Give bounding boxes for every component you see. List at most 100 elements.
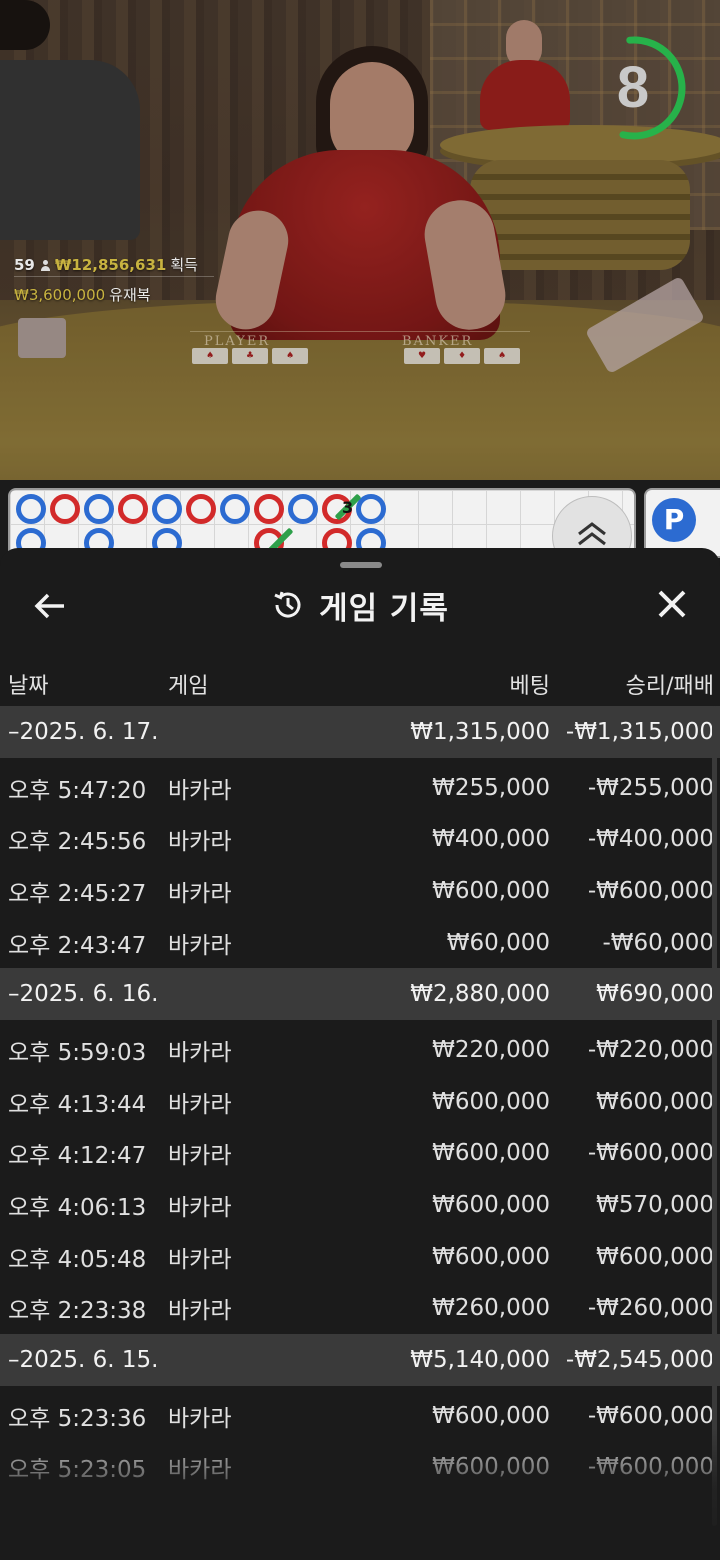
row-game: 바카라 — [168, 1457, 232, 1484]
arrow-left-icon — [34, 593, 64, 619]
row-bet: ₩255,000 — [432, 774, 550, 801]
row-time: 오후 5:47:20 — [8, 777, 147, 804]
row-result: -₩600,000 — [587, 877, 714, 904]
player-bead — [16, 494, 46, 524]
sheet-drag-handle[interactable] — [340, 562, 382, 568]
row-time: 오후 5:23:05 — [8, 1457, 147, 1484]
history-row[interactable]: 오후 4:12:47 바카라 ₩600,000 -₩600,000 — [0, 1128, 720, 1180]
group-bet-total: ₩2,880,000 — [410, 981, 550, 1008]
sheet-title: 게임 기록 — [319, 590, 449, 627]
row-time: 오후 5:59:03 — [8, 1040, 147, 1067]
player-bead — [84, 494, 114, 524]
row-game: 바카라 — [168, 1405, 232, 1432]
row-bet: ₩260,000 — [432, 1295, 550, 1322]
row-result: -₩255,000 — [587, 774, 714, 801]
history-row[interactable]: 오후 2:45:27 바카라 ₩600,000 -₩600,000 — [0, 865, 720, 917]
stats-row-top-bet: ₩3,600,000 유재복 — [14, 280, 198, 310]
history-row[interactable]: 오후 2:43:47 바카라 ₩60,000 -₩60,000 — [0, 917, 720, 969]
row-game: 바카라 — [168, 1246, 232, 1273]
history-row[interactable]: 오후 2:23:38 바카라 ₩260,000 -₩260,000 — [0, 1282, 720, 1334]
group-date: –2025. 6. 17. — [8, 719, 159, 745]
back-button[interactable] — [30, 586, 70, 626]
group-bet-total: ₩1,315,000 — [410, 719, 550, 745]
history-row[interactable]: 오후 5:23:36 바카라 ₩600,000 -₩600,000 — [0, 1390, 720, 1442]
row-time: 오후 4:12:47 — [8, 1143, 147, 1170]
person-icon — [39, 259, 51, 271]
row-result: -₩600,000 — [587, 1454, 714, 1481]
group-result-total: -₩1,315,000 — [565, 719, 714, 745]
row-game: 바카라 — [168, 1091, 232, 1118]
list-scrollbar[interactable] — [712, 706, 717, 1526]
column-header-game: 게임 — [168, 674, 209, 699]
column-header-result: 승리/패배 — [625, 674, 714, 699]
history-row[interactable]: 오후 4:06:13 바카라 ₩600,000 ₩570,000 — [0, 1179, 720, 1231]
row-result: ₩570,000 — [596, 1191, 714, 1218]
double-chevron-up-icon — [578, 522, 606, 546]
history-row[interactable]: 오후 2:45:56 바카라 ₩400,000 -₩400,000 — [0, 814, 720, 866]
top-bet-user: 유재복 — [109, 286, 151, 304]
player-badge: P — [652, 498, 696, 542]
row-bet: ₩400,000 — [432, 826, 550, 853]
row-result: -₩400,000 — [587, 826, 714, 853]
row-game: 바카라 — [168, 1143, 232, 1170]
player-bead — [152, 494, 182, 524]
history-row[interactable]: 오후 4:05:48 바카라 ₩600,000 ₩600,000 — [0, 1231, 720, 1283]
row-time: 오후 2:45:56 — [8, 829, 147, 856]
banker-bead — [50, 494, 80, 524]
close-x-icon — [658, 590, 686, 618]
row-result: -₩260,000 — [587, 1295, 714, 1322]
date-group-row[interactable]: –2025. 6. 17. ₩1,315,000 -₩1,315,000 — [0, 706, 720, 758]
countdown-timer: 8 — [582, 26, 696, 150]
row-time: 오후 4:05:48 — [8, 1246, 147, 1273]
stats-divider — [14, 276, 214, 277]
column-header-row: 날짜 게임 베팅 승리/패배 — [0, 656, 720, 704]
top-bet-amount: ₩3,600,000 — [14, 286, 106, 304]
row-game: 바카라 — [168, 777, 232, 804]
player-bead — [220, 494, 250, 524]
column-header-date: 날짜 — [8, 674, 49, 699]
row-game: 바카라 — [168, 1298, 232, 1325]
row-bet: ₩600,000 — [432, 1088, 550, 1115]
row-bet: ₩600,000 — [432, 1402, 550, 1429]
close-button[interactable] — [652, 584, 692, 624]
group-date: –2025. 6. 16. — [8, 981, 159, 1008]
row-time: 오후 4:06:13 — [8, 1194, 147, 1221]
row-bet: ₩600,000 — [432, 877, 550, 904]
banker-bead — [254, 494, 284, 524]
history-row[interactable]: 오후 5:47:20 바카라 ₩255,000 -₩255,000 — [0, 762, 720, 814]
row-result: ₩600,000 — [596, 1088, 714, 1115]
row-game: 바카라 — [168, 932, 232, 959]
banker-bead — [118, 494, 148, 524]
row-time: 오후 2:43:47 — [8, 932, 147, 959]
player-bead — [288, 494, 318, 524]
column-header-bet: 베팅 — [509, 674, 550, 699]
row-time: 오후 4:13:44 — [8, 1091, 147, 1118]
row-bet: ₩600,000 — [432, 1243, 550, 1270]
history-clock-icon — [274, 591, 301, 618]
row-time: 오후 5:23:36 — [8, 1405, 147, 1432]
table-stats: 59 ₩12,856,631 획득 ₩3,600,000 유재복 — [14, 250, 198, 310]
live-video-feed[interactable]: PLAYER BANKER ♠ ♣ ♠ ♥ ♦ ♠ 59 ₩12,856,631… — [0, 0, 720, 480]
row-result: -₩60,000 — [602, 929, 714, 956]
row-bet: ₩220,000 — [432, 1037, 550, 1064]
row-result: -₩600,000 — [587, 1402, 714, 1429]
row-time: 오후 2:45:27 — [8, 880, 147, 907]
history-row[interactable]: 오후 5:23:05 바카라 ₩600,000 -₩600,000 — [0, 1442, 720, 1494]
row-result: -₩600,000 — [587, 1140, 714, 1167]
date-group-row[interactable]: –2025. 6. 16. ₩2,880,000 ₩690,000 — [0, 968, 720, 1021]
group-date: –2025. 6. 15. — [8, 1346, 159, 1373]
row-result: -₩220,000 — [587, 1037, 714, 1064]
countdown-number: 8 — [616, 55, 650, 120]
history-row[interactable]: 오후 5:59:03 바카라 ₩220,000 -₩220,000 — [0, 1024, 720, 1076]
road-marker-number: 3 — [342, 498, 354, 517]
history-list[interactable]: –2025. 6. 17. ₩1,315,000 -₩1,315,000 오후 5:4… — [0, 706, 720, 1493]
road-row-1 — [16, 494, 386, 524]
row-bet: ₩600,000 — [432, 1191, 550, 1218]
date-group-row[interactable]: –2025. 6. 15. ₩5,140,000 -₩2,545,000 — [0, 1333, 720, 1386]
row-time: 오후 2:23:38 — [8, 1298, 147, 1325]
sheet-title-wrap: 게임 기록 — [0, 576, 720, 634]
group-bet-total: ₩5,140,000 — [410, 1346, 550, 1373]
history-row[interactable]: 오후 4:13:44 바카라 ₩600,000 ₩600,000 — [0, 1076, 720, 1128]
row-game: 바카라 — [168, 829, 232, 856]
group-result-total: -₩2,545,000 — [565, 1346, 714, 1373]
